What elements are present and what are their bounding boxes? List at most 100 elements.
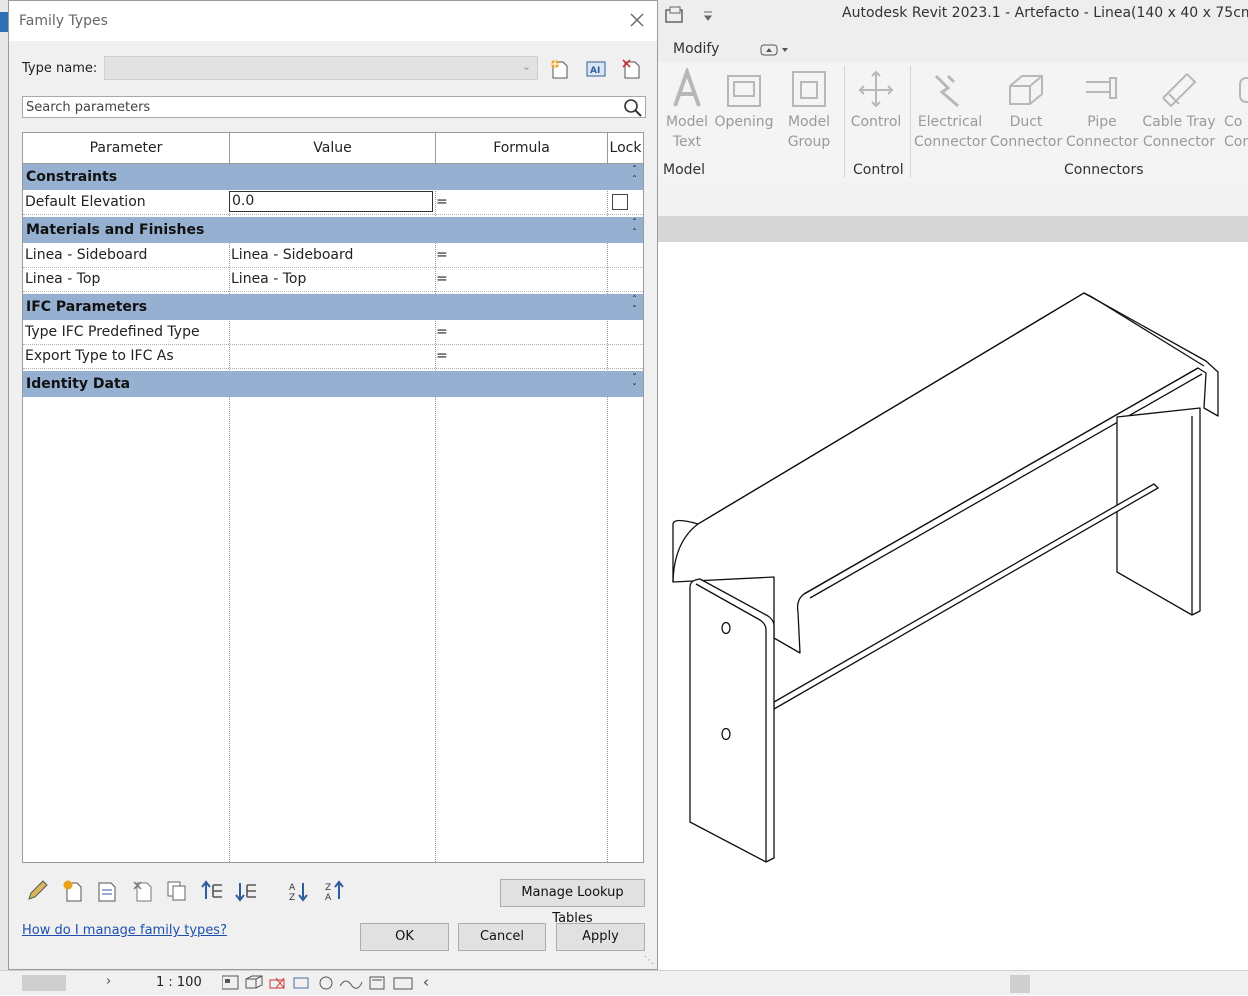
tab-overflow-menu[interactable]	[760, 43, 790, 60]
resize-grip-icon[interactable]: ⋱	[644, 955, 654, 966]
edit-parameter-icon[interactable]	[25, 879, 49, 903]
pipe-connector-icon	[1086, 77, 1117, 99]
search-input[interactable]	[23, 97, 616, 117]
parameter-row[interactable]: Default Elevation 0.0 =	[23, 190, 643, 215]
collapse-chevron-icon[interactable]: ˆˆ	[632, 296, 637, 316]
delete-type-button[interactable]	[621, 58, 643, 80]
new-parameter-icon[interactable]	[61, 879, 85, 903]
value-cell[interactable]: Linea - Top	[231, 267, 431, 291]
conduit-connector-icon	[1239, 77, 1248, 103]
apply-button[interactable]: Apply	[556, 923, 645, 951]
leg-hole	[721, 621, 731, 635]
search-parameters-field[interactable]	[22, 96, 646, 118]
lock-checkbox[interactable]	[612, 194, 628, 210]
value-cell[interactable]: Linea - Sideboard	[231, 243, 431, 267]
conduit-connector-label: Co Con	[1224, 114, 1248, 150]
value-input[interactable]: 0.0	[229, 191, 433, 212]
panel-separator	[844, 66, 845, 178]
view-scale[interactable]: 1 : 100	[156, 975, 202, 990]
options-bar	[658, 182, 1248, 216]
dialog-titlebar: Family Types	[9, 1, 657, 41]
control-icon	[858, 70, 894, 108]
group-header-materials[interactable]: Materials and Finishes ˆˆ	[23, 217, 643, 243]
svg-text:AI: AI	[590, 66, 600, 76]
formula-cell[interactable]: =	[436, 320, 606, 344]
horizontal-scrollbar-thumb[interactable]	[22, 975, 66, 991]
view-tab-bar	[658, 216, 1248, 242]
ribbon-tab-bar	[658, 30, 1248, 62]
cable-tray-connector-button[interactable]: Cable Tray Connector	[1138, 68, 1220, 152]
parameter-row[interactable]: Type IFC Predefined Type =	[23, 320, 643, 345]
cable-tray-connector-icon	[1162, 73, 1197, 108]
manage-lookup-tables-button[interactable]: Manage Lookup Tables	[500, 879, 645, 926]
duct-connector-icon	[1009, 75, 1043, 105]
rename-type-button[interactable]: AI	[585, 58, 607, 80]
group-header-identity[interactable]: Identity Data ˇˇ	[23, 371, 643, 397]
app-menu-tab[interactable]	[0, 12, 8, 32]
quick-access-toolbar[interactable]	[664, 6, 714, 28]
search-icon[interactable]	[623, 98, 643, 118]
parameter-row[interactable]: Linea - Top Linea - Top =	[23, 267, 643, 292]
expand-chevron-icon[interactable]: ˇˇ	[632, 374, 637, 394]
copy-parameter-icon[interactable]	[165, 879, 189, 903]
svg-text:A: A	[289, 883, 296, 893]
group-label: Materials and Finishes	[26, 222, 205, 238]
ok-button[interactable]: OK	[360, 923, 449, 951]
value-cell[interactable]	[231, 344, 431, 368]
formula-cell[interactable]: =	[436, 243, 606, 267]
help-link[interactable]: How do I manage family types?	[22, 923, 227, 938]
sort-descending-icon[interactable]: ZA	[323, 879, 347, 903]
rename-type-icon: AI	[586, 61, 606, 77]
type-name-dropdown[interactable]: ⌄	[104, 56, 538, 80]
group-label: IFC Parameters	[26, 299, 148, 315]
move-up-icon[interactable]	[201, 879, 225, 903]
cancel-button[interactable]: Cancel	[458, 923, 546, 951]
chevron-down-icon: ⌄	[521, 60, 531, 73]
formula-cell[interactable]: =	[436, 344, 606, 368]
new-type-button[interactable]	[549, 58, 571, 80]
electrical-connector-button[interactable]: Electrical Connector	[914, 68, 986, 152]
scroll-right-arrow[interactable]: ›	[106, 974, 111, 989]
edit-shared-parameter-icon[interactable]	[95, 879, 119, 903]
opening-label: Opening	[714, 114, 774, 130]
status-scroll-thumb[interactable]	[1010, 975, 1030, 993]
pipe-connector-label: Pipe Connector	[1066, 114, 1139, 150]
column-header-formula[interactable]: Formula	[436, 133, 608, 163]
model-group-button[interactable]: Model Group	[786, 68, 832, 152]
drawing-canvas[interactable]	[658, 242, 1248, 974]
parameter-row[interactable]: Linea - Sideboard Linea - Sideboard =	[23, 243, 643, 268]
sideboard-right-leg	[1116, 407, 1201, 616]
model-text-button[interactable]: Model Text	[664, 68, 710, 152]
column-header-lock[interactable]: Lock	[608, 133, 643, 163]
column-header-parameter[interactable]: Parameter	[23, 133, 230, 163]
close-button[interactable]	[626, 9, 648, 31]
panel-separator	[910, 66, 911, 178]
parameter-row[interactable]: Export Type to IFC As =	[23, 344, 643, 369]
value-cell[interactable]	[231, 320, 431, 344]
move-down-icon[interactable]	[235, 879, 259, 903]
formula-cell[interactable]: =	[436, 190, 606, 214]
view-control-icons[interactable]	[221, 974, 417, 996]
delete-parameter-icon[interactable]	[131, 879, 155, 903]
family-types-dialog: Family Types Type name: ⌄ AI Parameter V…	[8, 0, 658, 970]
group-label: Identity Data	[26, 376, 131, 392]
sort-ascending-icon[interactable]: AZ	[287, 879, 311, 903]
control-button[interactable]: Control	[848, 68, 904, 132]
group-header-constraints[interactable]: Constraints ˆˆ	[23, 164, 643, 190]
panel-label-control: Control	[853, 162, 904, 178]
pipe-connector-button[interactable]: Pipe Connector	[1066, 68, 1138, 152]
duct-connector-button[interactable]: Duct Connector	[990, 68, 1062, 152]
group-header-ifc[interactable]: IFC Parameters ˆˆ	[23, 294, 643, 320]
parameter-name: Type IFC Predefined Type	[25, 324, 200, 340]
collapse-chevron-icon[interactable]: ˆˆ	[632, 166, 637, 186]
formula-cell[interactable]: =	[436, 267, 606, 291]
tab-modify[interactable]: Modify	[673, 41, 719, 57]
column-header-value[interactable]: Value	[230, 133, 436, 163]
opening-button[interactable]: Opening	[714, 68, 774, 132]
collapse-arrow[interactable]: ‹	[423, 973, 429, 991]
new-type-icon	[551, 60, 568, 79]
qat-switch-windows-icon[interactable]	[664, 6, 714, 24]
status-bar: › 1 : 100 ‹	[0, 970, 1248, 995]
collapse-chevron-icon[interactable]: ˆˆ	[632, 219, 637, 239]
conduit-connector-button[interactable]: Co Con	[1224, 68, 1248, 152]
